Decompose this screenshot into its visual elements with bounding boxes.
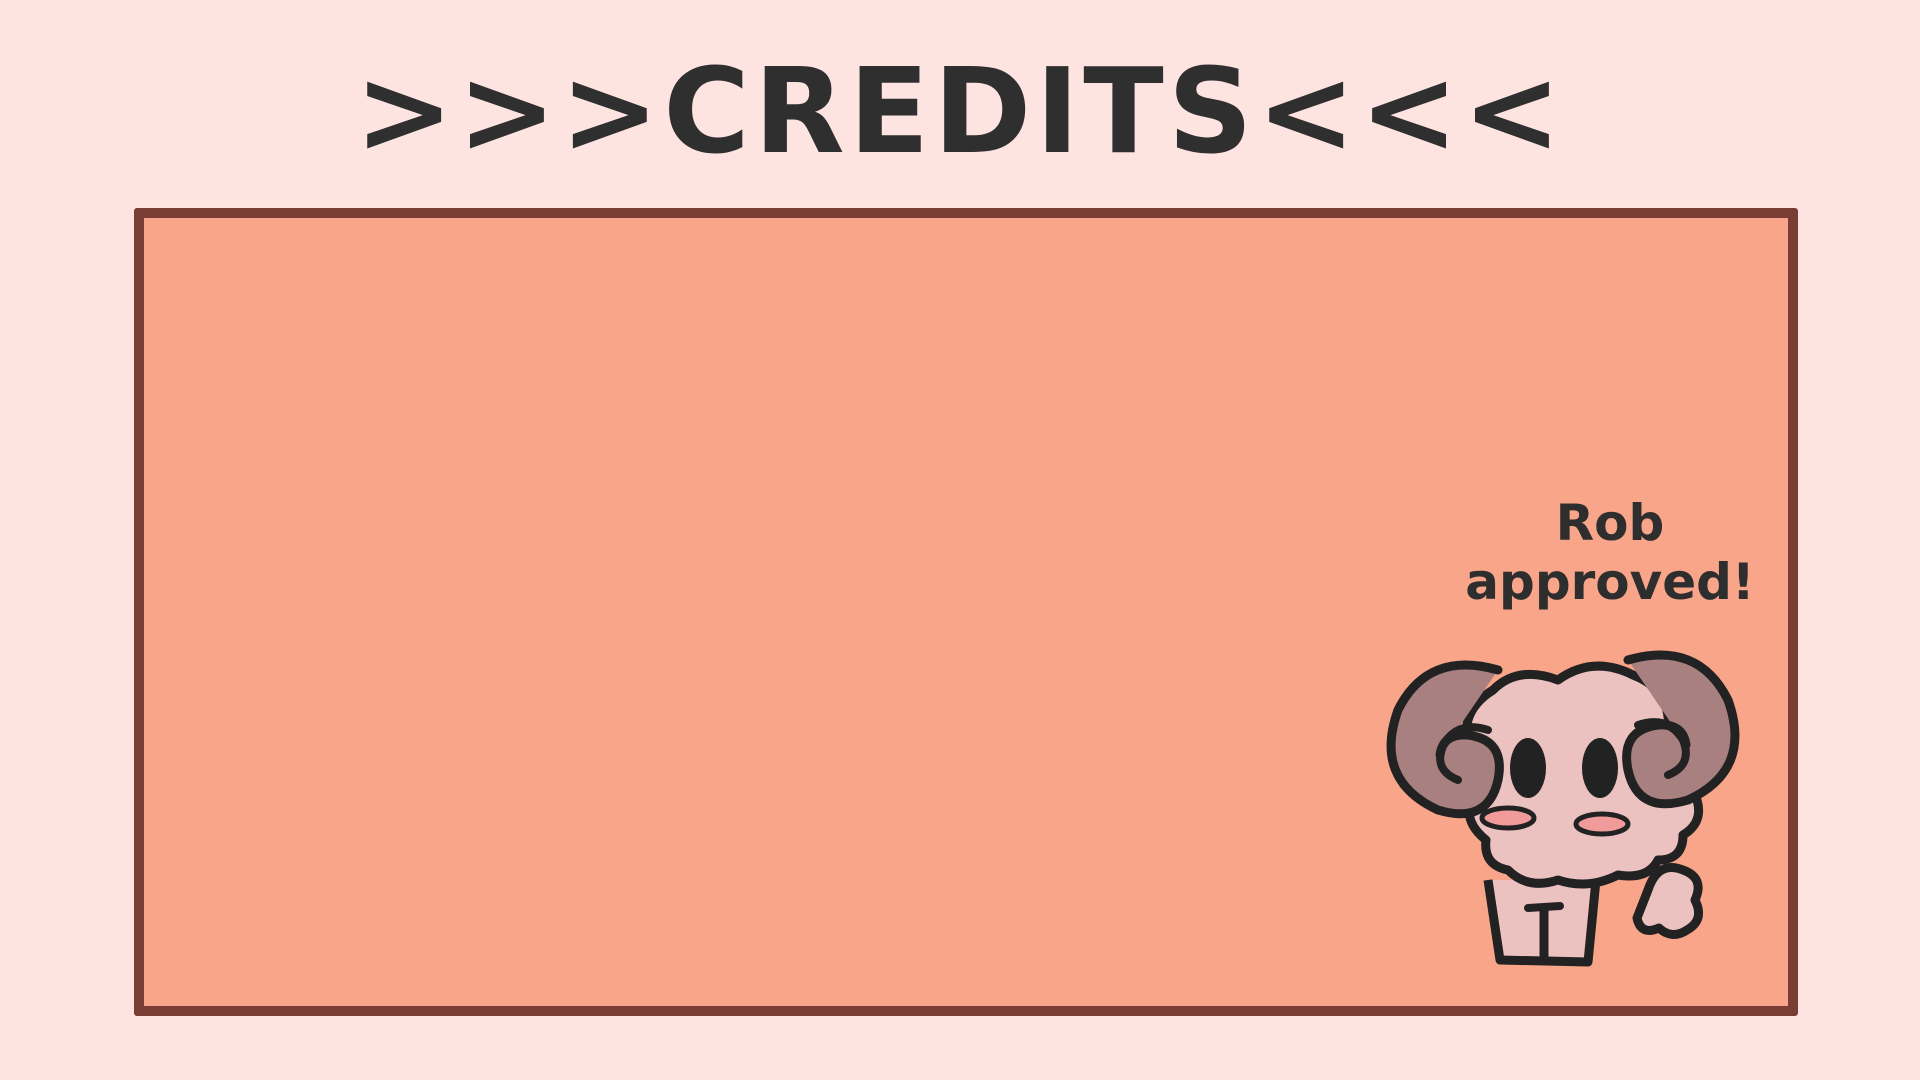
mascot-eye-left <box>1510 738 1546 798</box>
mascot-tail <box>1632 863 1704 939</box>
approval-caption-line1: Rob <box>1555 494 1665 552</box>
mascot-eye-right <box>1582 738 1618 798</box>
mascot-blush-left <box>1479 805 1537 831</box>
page-title: >>>CREDITS<<< <box>354 42 1566 180</box>
approval-caption-line2: approved! <box>1465 553 1755 611</box>
mascot-horn-right <box>1622 650 1740 809</box>
ram-mascot-icon <box>1386 650 1740 967</box>
credits-screen: >>>CREDITS<<< Rob approved! <box>0 0 1920 1080</box>
mascot-blush-right <box>1573 811 1631 837</box>
approval-caption: Rob approved! <box>1420 494 1800 612</box>
